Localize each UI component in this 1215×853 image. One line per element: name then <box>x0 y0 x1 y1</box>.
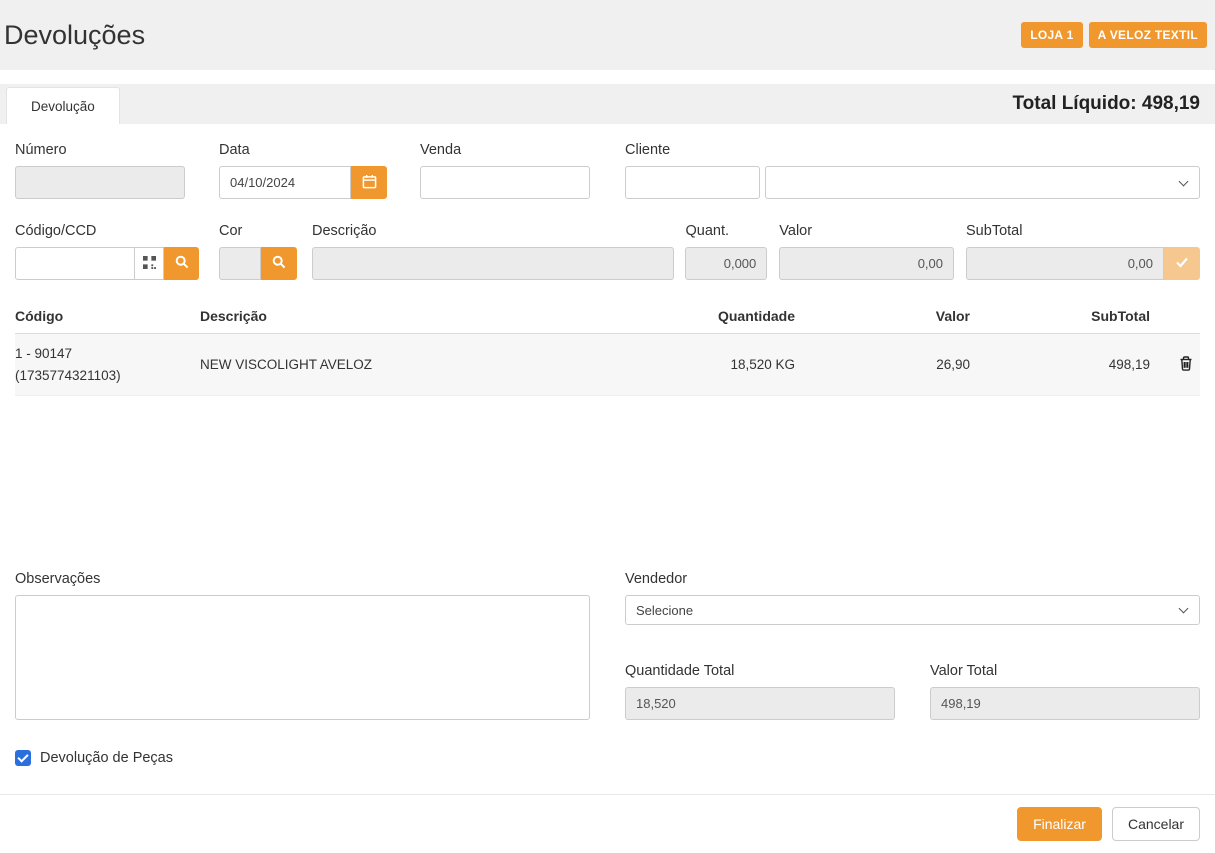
devolucao-card: Número Data <box>0 124 1215 853</box>
col-header-codigo: Código <box>15 300 200 333</box>
vendedor-label: Vendedor <box>625 571 1200 587</box>
trash-icon <box>1178 355 1194 375</box>
cor-input <box>219 247 261 280</box>
devolucao-pecas-label: Devolução de Peças <box>40 750 173 766</box>
cell-subtotal: 498,19 <box>970 348 1150 381</box>
total-liquido: Total Líquido: 498,19 <box>1012 93 1200 124</box>
store-badge[interactable]: LOJA 1 <box>1021 22 1082 48</box>
venda-label: Venda <box>420 142 590 158</box>
col-header-subtotal: SubTotal <box>970 300 1150 333</box>
valor-field: Valor <box>779 223 954 280</box>
observacoes-label: Observações <box>15 571 590 587</box>
data-label: Data <box>219 142 387 158</box>
search-icon <box>175 255 189 272</box>
cor-search-button[interactable] <box>261 247 297 280</box>
cliente-code-input[interactable] <box>625 166 760 199</box>
cliente-label: Cliente <box>625 142 1200 158</box>
items-table: Código Descrição Quantidade Valor SubTot… <box>0 300 1215 571</box>
form-row-2: Código/CCD <box>0 223 1215 280</box>
subtotal-input <box>966 247 1164 280</box>
codigo-value: 1 - 90147 <box>15 343 200 365</box>
descricao-input <box>312 247 674 280</box>
header-badges: LOJA 1 A VELOZ TEXTIL <box>1021 22 1207 48</box>
page-header: Devoluções LOJA 1 A VELOZ TEXTIL <box>0 0 1215 70</box>
quantidade-total-label: Quantidade Total <box>625 663 895 679</box>
barcode-icon <box>143 256 156 272</box>
col-header-valor: Valor <box>795 300 970 333</box>
observacoes-field: Observações <box>15 571 590 720</box>
page-title: Devoluções <box>4 20 145 51</box>
codigo-ccd-field: Código/CCD <box>15 223 199 280</box>
data-input[interactable] <box>219 166 351 199</box>
barcode-lookup-button[interactable] <box>135 247 164 280</box>
cor-field: Cor <box>219 223 297 280</box>
numero-field: Número <box>15 142 185 199</box>
cell-codigo: 1 - 90147 (1735774321103) <box>15 334 200 395</box>
bottom-section: Observações Vendedor Selecione Quantidad… <box>0 571 1215 720</box>
numero-input <box>15 166 185 199</box>
col-header-quantidade: Quantidade <box>615 300 795 333</box>
devolucao-pecas-row: Devolução de Peças <box>0 750 1215 766</box>
items-table-header: Código Descrição Quantidade Valor SubTot… <box>15 300 1200 334</box>
codigo-barcode: (1735774321103) <box>15 365 200 387</box>
venda-input[interactable] <box>420 166 590 199</box>
quant-field: Quant. <box>685 223 767 280</box>
vendedor-totals-column: Vendedor Selecione Quantidade Total Valo… <box>625 571 1200 720</box>
table-row: 1 - 90147 (1735774321103) NEW VISCOLIGHT… <box>15 334 1200 396</box>
cliente-select-wrap <box>765 166 1200 199</box>
totals-row: Quantidade Total Valor Total <box>625 663 1200 720</box>
cancelar-button[interactable]: Cancelar <box>1112 807 1200 841</box>
numero-label: Número <box>15 142 185 158</box>
cell-valor: 26,90 <box>795 348 970 381</box>
valor-total-input <box>930 687 1200 720</box>
quant-input <box>685 247 767 280</box>
company-badge[interactable]: A VELOZ TEXTIL <box>1089 22 1207 48</box>
valor-total-field: Valor Total <box>930 663 1200 720</box>
col-header-descricao: Descrição <box>200 300 615 333</box>
finalizar-button[interactable]: Finalizar <box>1017 807 1102 841</box>
col-header-actions <box>1150 308 1200 325</box>
observacoes-textarea[interactable] <box>15 595 590 720</box>
vendedor-select[interactable]: Selecione <box>625 595 1200 625</box>
codigo-search-button[interactable] <box>164 247 199 280</box>
cor-label: Cor <box>219 223 297 239</box>
cell-quantidade: 18,520 KG <box>615 348 795 381</box>
search-icon <box>272 255 286 272</box>
subtotal-field: SubTotal <box>966 223 1200 280</box>
delete-row-button[interactable] <box>1150 355 1200 375</box>
valor-input <box>779 247 954 280</box>
data-field: Data <box>219 142 387 199</box>
confirm-item-button[interactable] <box>1164 247 1200 280</box>
quantidade-total-field: Quantidade Total <box>625 663 895 720</box>
valor-total-label: Valor Total <box>930 663 1200 679</box>
header-gap <box>0 70 1215 84</box>
calendar-button[interactable] <box>351 166 387 199</box>
valor-label: Valor <box>779 223 954 239</box>
calendar-icon <box>362 174 377 192</box>
check-icon <box>1175 255 1189 272</box>
descricao-label: Descrição <box>312 223 674 239</box>
items-empty-space <box>15 396 1200 571</box>
cliente-select[interactable] <box>765 166 1200 199</box>
codigo-ccd-label: Código/CCD <box>15 223 199 239</box>
card-footer: Finalizar Cancelar <box>0 794 1215 853</box>
tab-bar: Devolução Total Líquido: 498,19 <box>0 84 1215 124</box>
quant-label: Quant. <box>685 223 767 239</box>
descricao-field: Descrição <box>312 223 674 280</box>
form-row-1: Número Data <box>0 142 1215 199</box>
devolucao-pecas-checkbox[interactable] <box>15 750 31 766</box>
cell-descricao: NEW VISCOLIGHT AVELOZ <box>200 348 615 381</box>
venda-field: Venda <box>420 142 590 199</box>
subtotal-label: SubTotal <box>966 223 1200 239</box>
cliente-field: Cliente <box>625 142 1200 199</box>
tab-devolucao[interactable]: Devolução <box>6 87 120 124</box>
codigo-ccd-input[interactable] <box>15 247 135 280</box>
vendedor-select-wrap: Selecione <box>625 595 1200 639</box>
quantidade-total-input <box>625 687 895 720</box>
